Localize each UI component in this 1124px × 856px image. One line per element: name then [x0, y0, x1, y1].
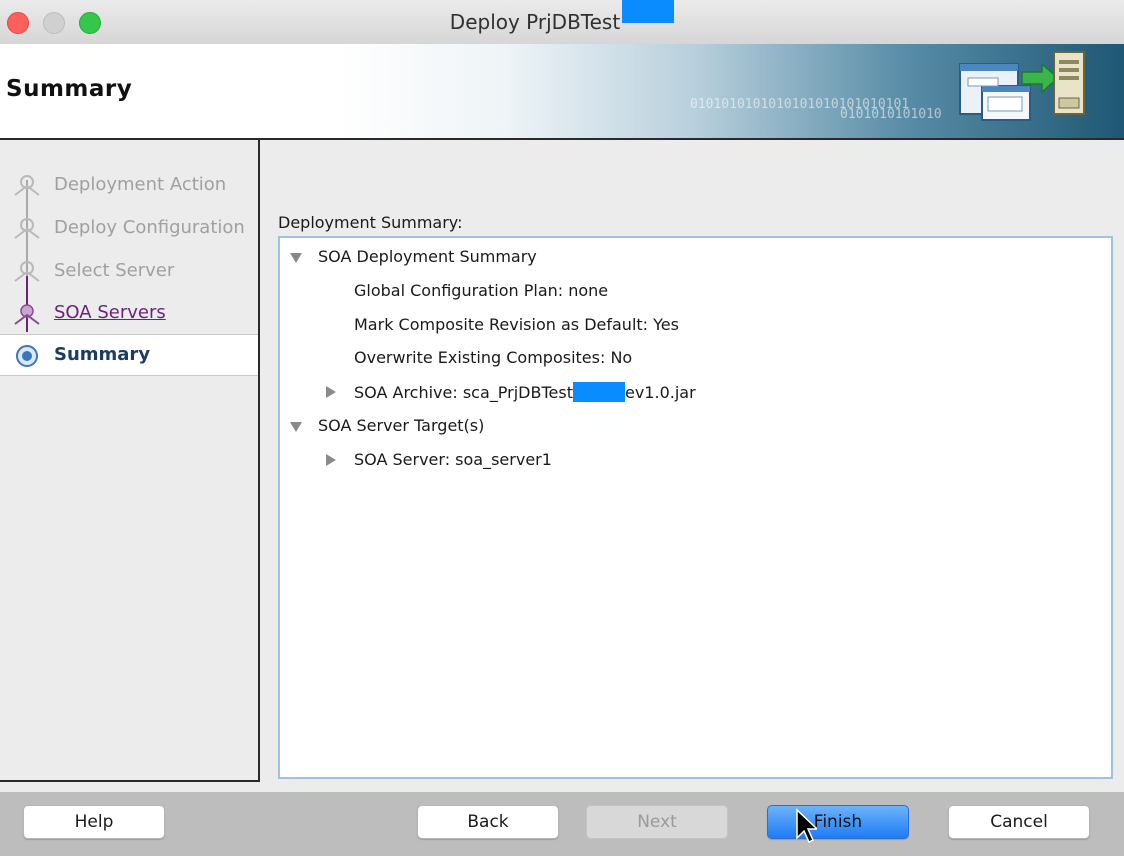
- expanded-arrow-icon[interactable]: [290, 422, 302, 432]
- collapsed-arrow-icon[interactable]: [326, 386, 336, 398]
- archive-name-prefix: SOA Archive: sca_PrjDBTest: [354, 383, 573, 402]
- finish-button[interactable]: Finish: [767, 805, 909, 839]
- window-titlebar: Deploy PrjDBTest: [0, 0, 1124, 45]
- page-title: Summary: [6, 76, 133, 102]
- window-title: Deploy PrjDBTest: [449, 10, 621, 34]
- step-soa-servers[interactable]: SOA Servers: [0, 293, 258, 333]
- step-deployment-action: Deployment Action: [0, 165, 258, 205]
- deployment-summary-tree[interactable]: SOA Deployment Summary Global Configurat…: [278, 236, 1113, 779]
- tree-leaf-mark-default[interactable]: Mark Composite Revision as Default: Yes: [354, 315, 679, 334]
- step-select-server: Select Server: [0, 251, 258, 291]
- step-label: Summary: [54, 344, 151, 365]
- tree-node-soa-server[interactable]: SOA Server: soa_server1: [354, 450, 552, 469]
- step-label[interactable]: SOA Servers: [54, 302, 166, 323]
- banner-binary-pattern: 0101010101010: [840, 107, 942, 122]
- collapsed-arrow-icon[interactable]: [326, 454, 336, 466]
- archive-name-suffix: ev1.0.jar: [624, 383, 696, 402]
- redaction-block: [572, 382, 625, 402]
- tree-node-deployment-summary[interactable]: SOA Deployment Summary: [318, 247, 537, 266]
- tree-node-server-targets[interactable]: SOA Server Target(s): [318, 416, 484, 435]
- next-button: Next: [586, 805, 728, 839]
- back-button[interactable]: Back: [417, 805, 559, 839]
- help-button[interactable]: Help: [23, 805, 165, 839]
- step-label: Deploy Configuration: [54, 217, 245, 238]
- tree-leaf-config-plan[interactable]: Global Configuration Plan: none: [354, 281, 608, 300]
- step-summary-current[interactable]: Summary: [0, 334, 258, 376]
- step-label: Deployment Action: [54, 174, 227, 195]
- step-pending-icon: [14, 175, 40, 196]
- wizard-steps-nav: Deployment Action Deploy Configuration S…: [0, 140, 260, 782]
- window-title-area: Deploy PrjDBTest: [0, 0, 1124, 44]
- wizard-banner: Summary 0101010101010101010101010101 010…: [0, 44, 1124, 140]
- redaction-block: [622, 0, 675, 23]
- cancel-button[interactable]: Cancel: [948, 805, 1090, 839]
- tree-leaf-overwrite[interactable]: Overwrite Existing Composites: No: [354, 348, 632, 367]
- step-label: Select Server: [54, 260, 175, 281]
- step-pending-icon: [14, 261, 40, 282]
- step-current-icon: [16, 345, 38, 367]
- step-deploy-configuration: Deploy Configuration: [0, 208, 258, 248]
- tree-node-soa-archive[interactable]: SOA Archive: sca_PrjDBTest ev1.0.jar: [354, 382, 696, 402]
- expanded-arrow-icon[interactable]: [290, 253, 302, 263]
- step-visited-icon: [14, 304, 40, 325]
- deploy-server-icon: [959, 51, 1085, 121]
- deployment-summary-label: Deployment Summary:: [278, 213, 463, 232]
- step-pending-icon: [14, 218, 40, 239]
- button-bar: Help Back Next Finish Cancel: [0, 792, 1124, 856]
- mouse-pointer-icon: [796, 808, 817, 844]
